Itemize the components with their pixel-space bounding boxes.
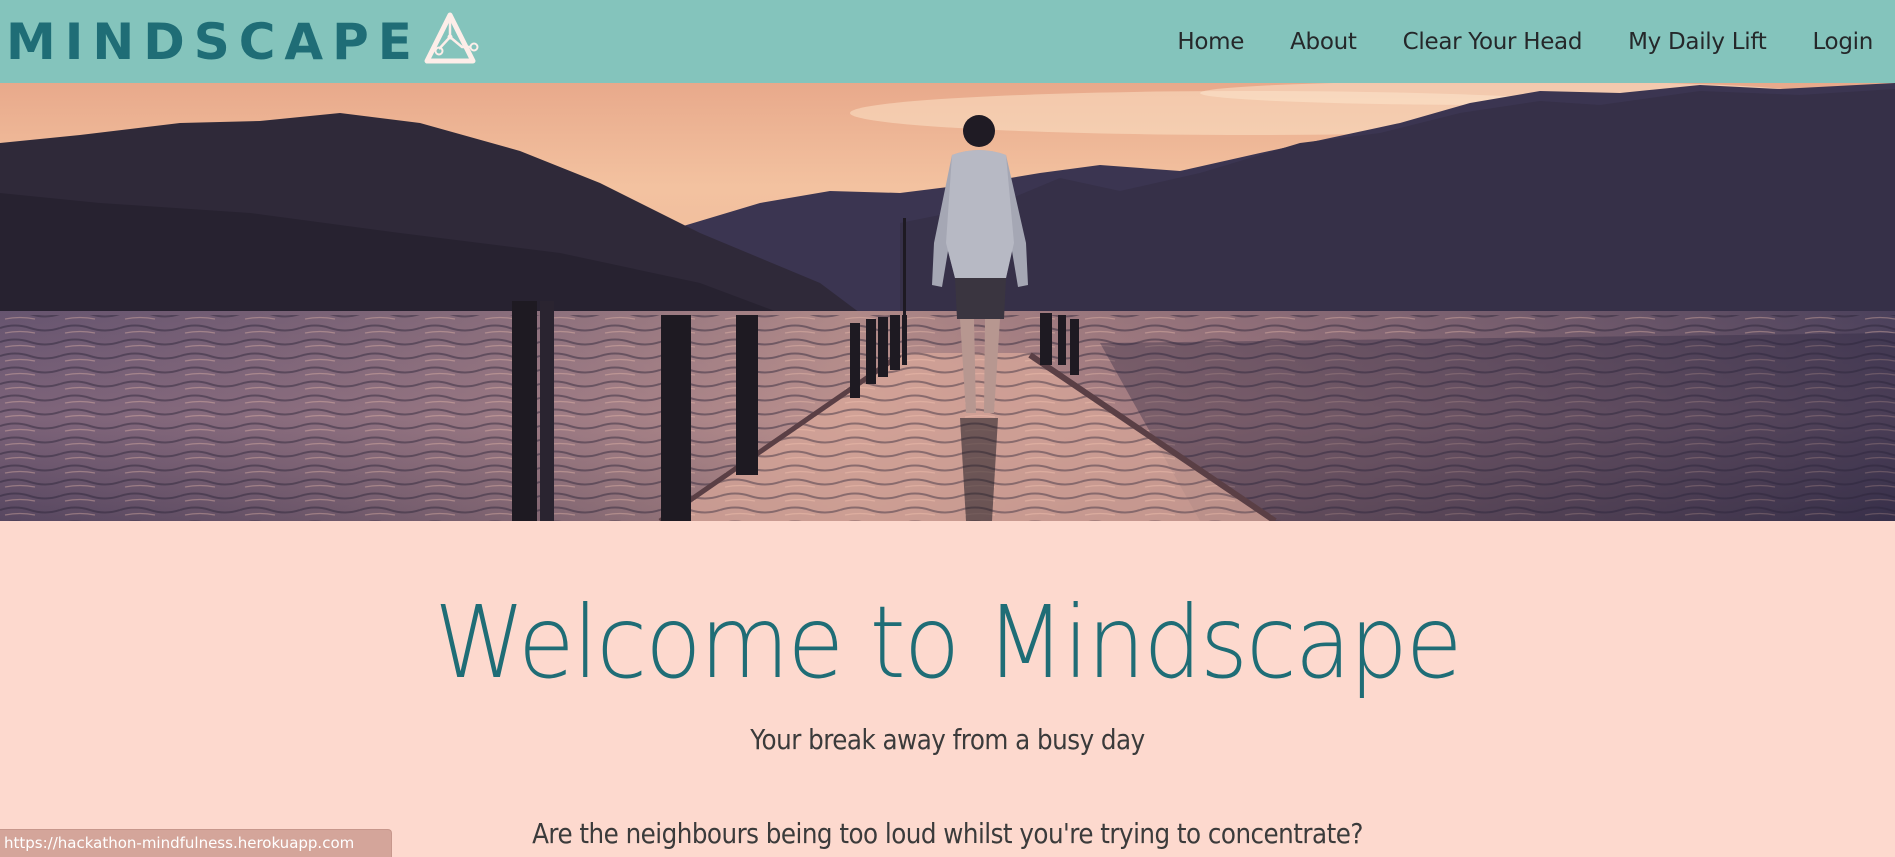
nav-item-about: About [1290,29,1357,55]
brand-link[interactable]: MINDSCAPE [0,12,483,71]
nav-link-clear-your-head[interactable]: Clear Your Head [1403,29,1583,55]
hero-image [0,83,1895,521]
nav-item-my-daily-lift: My Daily Lift [1628,29,1767,55]
nav-link-my-daily-lift[interactable]: My Daily Lift [1628,29,1767,55]
nav-item-clear-your-head: Clear Your Head [1403,29,1583,55]
navbar: MINDSCAPE Home About Clear Your Head My … [0,0,1895,83]
brand-name: MINDSCAPE [6,12,421,71]
welcome-title: Welcome to Mindscape [434,584,1462,701]
nav-link-about[interactable]: About [1290,29,1357,55]
welcome-subtitle: Your break away from a busy day [750,723,1145,756]
nav-item-login: Login [1812,29,1873,55]
nav-menu: Home About Clear Your Head My Daily Lift… [1131,0,1895,83]
welcome-section: Welcome to Mindscape Your break away fro… [0,521,1895,857]
logo-icon [424,12,479,63]
sunset-pier-illustration [0,83,1895,521]
nav-link-login[interactable]: Login [1812,29,1873,55]
status-bar-url: https://hackathon-mindfulness.herokuapp.… [0,829,392,857]
nav-link-home[interactable]: Home [1177,29,1244,55]
nav-item-home: Home [1177,29,1244,55]
